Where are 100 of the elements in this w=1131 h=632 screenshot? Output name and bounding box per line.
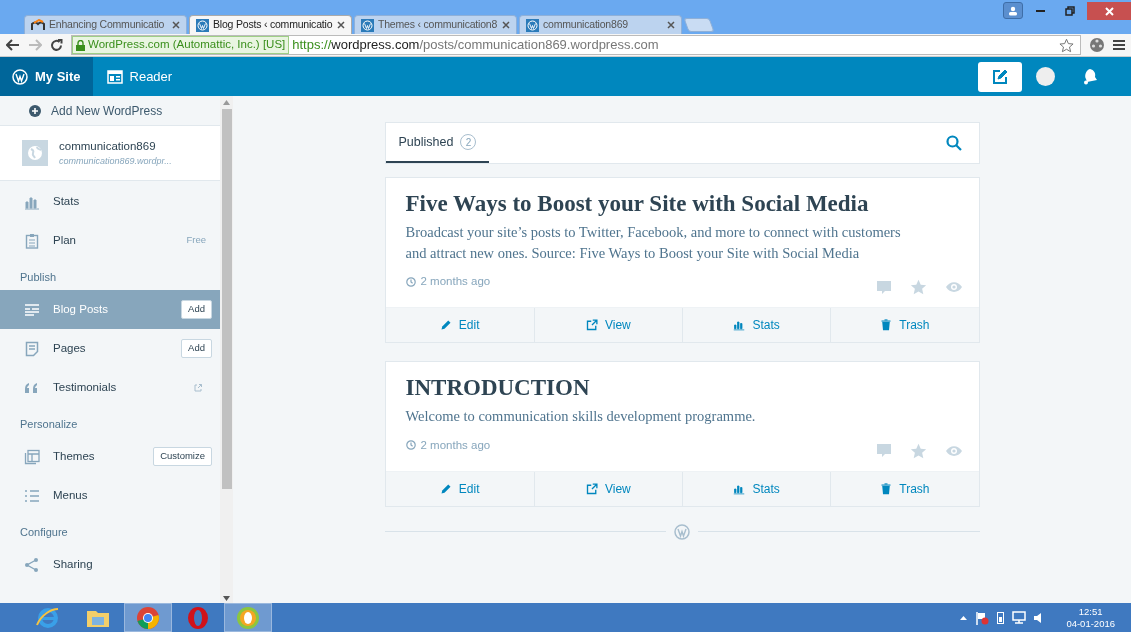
site-name: communication869 — [59, 138, 157, 154]
sidebar-item[interactable]: Themes Customize — [0, 437, 220, 476]
post-excerpt: Broadcast your site’s posts to Twitter, Facebook, and more to connect with customers and attract new ones. Source: Five Ways to Boost your Site with Social Media — [405, 223, 902, 263]
sidebar-item[interactable]: Testimonials — [0, 368, 220, 407]
tray-expand-icon[interactable] — [960, 615, 968, 620]
chrome-icon[interactable] — [124, 603, 172, 632]
reader-icon — [106, 69, 123, 84]
stats-icon — [733, 319, 746, 331]
star-icon[interactable] — [909, 442, 927, 459]
flag-icon[interactable] — [975, 610, 990, 625]
themes-icon — [24, 448, 40, 465]
stats-icon — [733, 482, 746, 495]
avatar-icon[interactable] — [1036, 67, 1055, 86]
close-tab-icon[interactable] — [667, 21, 675, 29]
post-excerpt: Welcome to communication skills development programme. — [405, 407, 757, 426]
star-icon[interactable] — [909, 279, 927, 295]
search-icon[interactable] — [945, 135, 962, 151]
close-tab-icon[interactable] — [337, 21, 345, 29]
sidebar-item[interactable]: Plan Free — [0, 221, 220, 260]
reload-icon[interactable] — [50, 38, 63, 52]
section-heading: Personalize — [19, 416, 79, 432]
clock-icon — [405, 276, 416, 287]
browser-tab[interactable]: Themes ‹ communication8 — [354, 15, 517, 34]
pencil-icon — [992, 68, 1008, 85]
sidebar-item[interactable]: Stats — [0, 182, 220, 221]
view-button[interactable]: View — [533, 308, 682, 342]
plus-circle-icon — [29, 104, 41, 117]
my-site-tab[interactable]: My Site — [0, 57, 93, 96]
reader-tab[interactable]: Reader — [92, 57, 187, 96]
restore-icon — [1065, 5, 1075, 16]
scroll-up-icon[interactable] — [223, 100, 230, 105]
post-title[interactable]: INTRODUCTION — [405, 374, 959, 402]
write-button[interactable] — [978, 61, 1022, 92]
page-icon — [24, 340, 40, 357]
close-tab-icon[interactable] — [172, 21, 180, 29]
post-time: 2 months ago — [420, 437, 491, 453]
clock-date[interactable]: 04-01-2016 — [1066, 617, 1115, 630]
network-icon[interactable] — [1012, 611, 1027, 624]
section-heading: Publish — [19, 269, 58, 285]
stats-button[interactable]: Stats — [682, 471, 831, 506]
circle-app-icon[interactable] — [224, 603, 272, 632]
site-card[interactable]: communication869 communication869.wordpr... — [0, 126, 220, 181]
sidebar-item[interactable]: Pages Add — [0, 329, 220, 368]
sidebar-scrollbar[interactable] — [220, 96, 233, 603]
sidebar-item[interactable]: Sharing — [0, 545, 220, 584]
external-link-icon — [585, 319, 598, 331]
post-title[interactable]: Five Ways to Boost your Site with Social Media — [405, 190, 959, 218]
trash-icon — [880, 319, 893, 331]
edit-button[interactable]: Edit — [385, 471, 534, 506]
section-heading: Configure — [19, 524, 69, 540]
back-icon[interactable] — [6, 39, 20, 51]
edit-button[interactable]: Edit — [385, 308, 534, 342]
share-icon — [24, 556, 40, 573]
browser-tab[interactable]: Enhancing Communicatio — [24, 15, 187, 34]
view-button[interactable]: View — [533, 471, 682, 506]
posts-icon — [24, 301, 40, 318]
list-icon — [24, 487, 40, 504]
trash-button[interactable]: Trash — [830, 471, 979, 506]
wordpress-logo-icon — [674, 523, 690, 540]
stats-button[interactable]: Stats — [682, 308, 831, 342]
security-badge[interactable]: WordPress.com (Automattic, Inc.) [US] — [72, 36, 290, 54]
external-link-icon — [585, 482, 598, 495]
url-text: https://wordpress.com/posts/communication869.wordpress.com — [292, 36, 659, 55]
add-button[interactable]: Customize — [153, 447, 212, 466]
globe-icon — [22, 140, 48, 166]
address-bar[interactable]: WordPress.com (Automattic, Inc.) [US] https://wordpress.com/posts/communication869.wordpress.com — [71, 35, 1081, 55]
clock-icon — [405, 440, 416, 451]
add-button[interactable]: Add — [181, 300, 212, 319]
star-icon[interactable] — [1059, 37, 1074, 53]
site-url: communication869.wordpr... — [59, 154, 172, 168]
pencil-icon — [439, 319, 452, 331]
clipboard-icon — [24, 232, 40, 249]
user-icon[interactable] — [1003, 2, 1023, 19]
lock-icon — [76, 39, 85, 51]
close-button[interactable] — [1087, 2, 1131, 20]
minimize-icon — [1035, 9, 1045, 12]
wordpress-logo-icon — [196, 18, 209, 32]
wordpress-logo-icon — [12, 68, 28, 85]
wordpress-logo-icon — [361, 18, 374, 32]
trash-icon — [880, 482, 893, 495]
sidebar-item[interactable]: Blog Posts Add — [0, 290, 220, 329]
browser-tab[interactable]: Blog Posts ‹ communicatio — [189, 15, 352, 34]
published-tab[interactable]: Published 2 — [385, 123, 490, 163]
notification-bell-icon[interactable] — [1081, 68, 1098, 85]
scroll-down-icon[interactable] — [223, 596, 230, 601]
close-icon — [1104, 6, 1114, 16]
moodle-logo-icon — [31, 19, 45, 31]
plan-label: Free — [186, 233, 206, 248]
close-tab-icon[interactable] — [502, 21, 510, 29]
wordpress-logo-icon — [526, 18, 539, 32]
clock-time[interactable]: 12:51 — [1078, 605, 1103, 618]
battery-icon[interactable] — [997, 611, 1005, 624]
add-button[interactable]: Add — [181, 339, 212, 358]
post-time: 2 months ago — [420, 274, 491, 289]
browser-tab[interactable]: communication869 — [519, 15, 682, 34]
sidebar-item[interactable]: Menus — [0, 476, 220, 515]
trash-button[interactable]: Trash — [830, 308, 979, 342]
film-reel-icon[interactable] — [1089, 37, 1105, 53]
menu-icon[interactable] — [1113, 39, 1125, 51]
pencil-icon — [439, 482, 452, 495]
